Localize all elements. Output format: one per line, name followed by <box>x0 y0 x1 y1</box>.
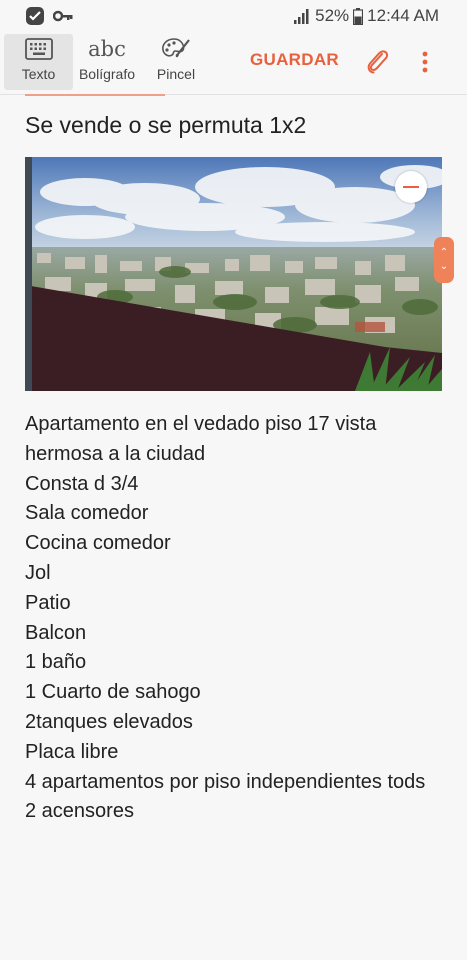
note-line: Jol <box>25 561 51 584</box>
note-line: 1 baño <box>25 651 87 674</box>
note-line: 4 apartamentos por piso independientes t… <box>25 770 426 793</box>
note-toolbar: Texto abc Bolígrafo Pincel GUARDAR <box>0 32 467 95</box>
note-image-city-view[interactable] <box>25 157 442 391</box>
note-title[interactable]: Se vende o se permuta 1x2 <box>25 112 306 139</box>
status-bar: 52% 12:44 AM <box>0 0 467 32</box>
key-icon <box>53 9 73 23</box>
battery-icon <box>353 7 364 25</box>
security-shield-icon <box>25 6 45 26</box>
note-line: Sala comedor <box>25 502 149 525</box>
minus-icon <box>403 186 419 188</box>
tool-texto[interactable]: Texto <box>4 34 73 90</box>
note-line: 1 Cuarto de sahogo <box>25 681 201 704</box>
scroll-handle[interactable]: ⌃ ⌄ <box>434 237 454 283</box>
signal-icon <box>293 8 311 24</box>
note-line: Patio <box>25 591 71 614</box>
paperclip-icon[interactable] <box>363 48 391 81</box>
keyboard-icon <box>24 34 53 64</box>
note-line: Placa libre <box>25 740 119 763</box>
tool-pincel-label: Pincel <box>156 66 196 82</box>
tool-pincel[interactable]: Pincel <box>145 34 207 90</box>
note-line: Apartamento en el vedado piso 17 vista h… <box>25 413 377 465</box>
note-line: Balcon <box>25 621 87 644</box>
save-button[interactable]: GUARDAR <box>250 50 339 70</box>
tool-boligrafo[interactable]: abc Bolígrafo <box>75 34 139 90</box>
chevron-down-icon: ⌄ <box>439 261 449 272</box>
battery-percent: 52% <box>315 6 350 25</box>
collapse-image-button[interactable] <box>395 171 427 203</box>
note-line: Cocina comedor <box>25 532 171 555</box>
chevron-up-icon: ⌃ <box>439 247 449 258</box>
note-line: Consta d 3/4 <box>25 472 139 495</box>
note-line: 2tanques elevados <box>25 710 193 733</box>
title-accent-divider <box>25 94 165 96</box>
note-body[interactable]: Apartamento en el vedado piso 17 vista h… <box>25 410 445 827</box>
tool-boligrafo-label: Bolígrafo <box>78 66 136 82</box>
more-vert-icon[interactable] <box>418 48 432 81</box>
handwriting-icon: abc <box>88 37 126 61</box>
brush-palette-icon <box>161 34 191 64</box>
note-line: 2 acensores <box>25 800 134 823</box>
tool-texto-label: Texto <box>21 66 56 82</box>
clock-time: 12:44 AM <box>367 6 439 25</box>
